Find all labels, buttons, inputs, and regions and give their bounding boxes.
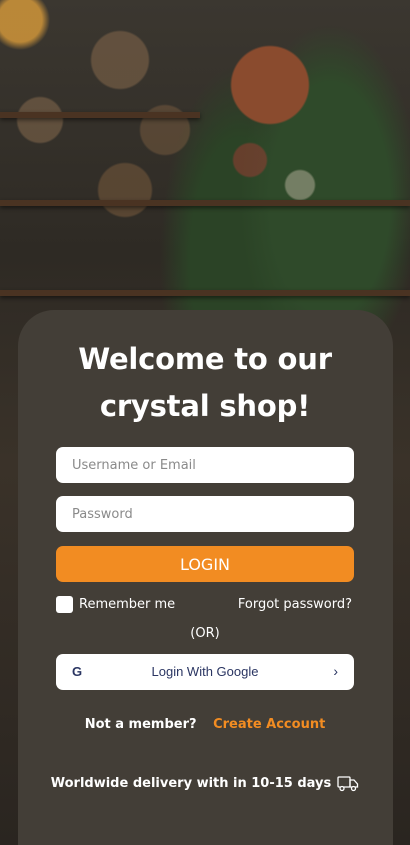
remember-me-toggle[interactable]: Remember me [56,596,175,613]
remember-me-label: Remember me [79,597,176,612]
truck-icon [337,776,359,792]
shelf [0,112,200,118]
title-line-1: Welcome to our [78,342,332,376]
google-login-button[interactable]: G Login With Google › [56,654,354,690]
signup-prompt: Not a member? Create Account [0,717,410,732]
title-line-2: crystal shop! [99,389,311,423]
delivery-info: Worldwide delivery with in 10-15 days [0,775,410,792]
shelf [0,290,410,296]
delivery-text: Worldwide delivery with in 10-15 days [50,776,332,791]
or-divider: (OR) [190,626,220,641]
chevron-right-icon: › [333,663,338,679]
not-member-text: Not a member? [84,717,197,732]
shelf [0,200,410,206]
forgot-password-link[interactable]: Forgot password? [238,597,352,612]
password-input[interactable] [56,496,354,532]
create-account-link[interactable]: Create Account [213,717,325,732]
page-title: Welcome to our crystal shop! [0,336,410,430]
remember-me-checkbox[interactable] [56,596,73,613]
username-input[interactable] [56,447,354,483]
login-button[interactable]: LOGIN [56,546,354,582]
google-login-label: Login With Google [151,664,259,679]
